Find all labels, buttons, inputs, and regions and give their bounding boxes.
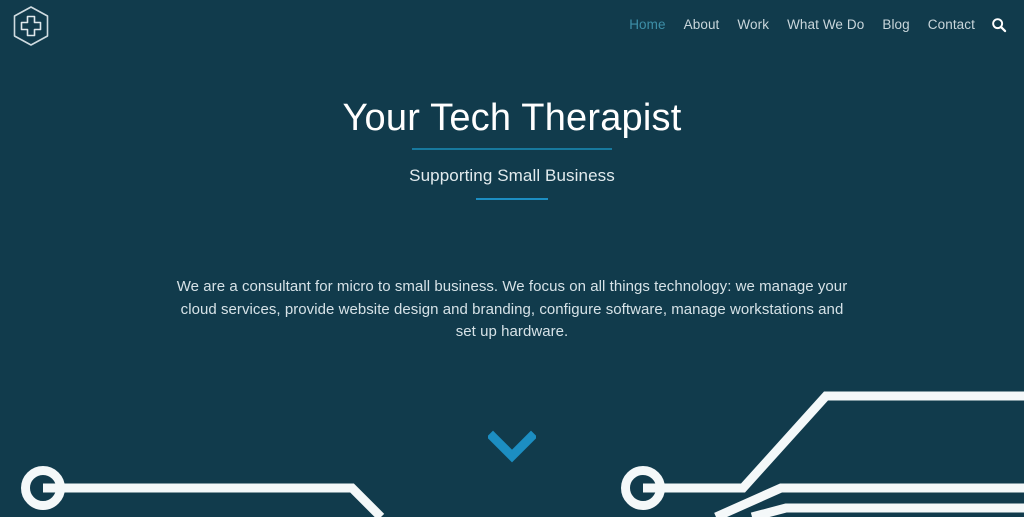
nav-item-about[interactable]: About bbox=[675, 16, 729, 34]
nav-item-what-we-do[interactable]: What We Do bbox=[778, 16, 873, 34]
chevron-down-icon[interactable] bbox=[486, 430, 538, 464]
circuit-trace-right-upper bbox=[643, 391, 1024, 493]
nav-item-home[interactable]: Home bbox=[620, 16, 674, 34]
circuit-trace-right-middle bbox=[714, 483, 1024, 517]
page-title: Your Tech Therapist bbox=[342, 97, 682, 139]
page-subtitle: Supporting Small Business bbox=[409, 166, 615, 185]
circuit-node-right bbox=[621, 466, 665, 510]
search-icon[interactable] bbox=[988, 15, 1010, 35]
circuit-trace-right-lower bbox=[750, 503, 1024, 517]
circuit-node-left bbox=[21, 466, 65, 510]
site-header: Home About Work What We Do Blog Contact bbox=[0, 0, 1024, 50]
subtitle-divider bbox=[476, 198, 548, 200]
hexagon-outline bbox=[13, 6, 49, 46]
circuit-trace-left bbox=[43, 483, 385, 517]
cross-glyph bbox=[20, 15, 42, 37]
nav-item-blog[interactable]: Blog bbox=[873, 16, 918, 34]
title-divider bbox=[412, 148, 612, 150]
nav-item-work[interactable]: Work bbox=[728, 16, 778, 34]
hero-section: Your Tech Therapist Supporting Small Bus… bbox=[0, 0, 1024, 344]
main-navigation: Home About Work What We Do Blog Contact bbox=[620, 15, 1010, 35]
hexagon-cross-logo[interactable] bbox=[10, 4, 52, 48]
hero-description: We are a consultant for micro to small b… bbox=[176, 278, 848, 340]
nav-item-contact[interactable]: Contact bbox=[919, 16, 984, 34]
